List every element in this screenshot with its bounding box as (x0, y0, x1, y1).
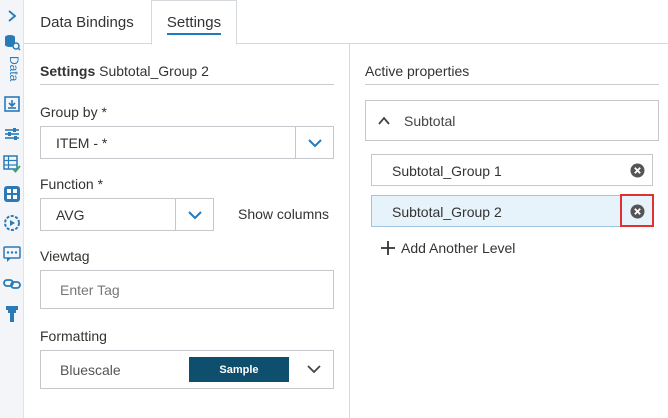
chevron-right-icon[interactable] (2, 6, 22, 26)
function-value: AVG (56, 207, 85, 223)
active-properties-panel: Active properties Subtotal Subtotal_Grou… (350, 44, 668, 418)
show-columns-link[interactable]: Show columns (238, 206, 329, 222)
download-box-icon[interactable] (2, 94, 22, 114)
formatting-select[interactable]: Bluescale Sample (40, 350, 334, 389)
settings-panel: Settings Subtotal_Group 2 Group by * ITE… (24, 44, 350, 418)
close-button-highlight (620, 194, 654, 227)
database-search-icon[interactable] (2, 32, 22, 52)
function-dropdown-toggle[interactable] (175, 199, 213, 230)
level-item-label: Subtotal_Group 1 (392, 163, 502, 179)
group-by-label: Group by * (40, 104, 107, 120)
group-by-select[interactable]: ITEM - * (40, 126, 334, 159)
function-label: Function * (40, 176, 104, 192)
group-by-value: ITEM - * (56, 135, 108, 151)
tab-data-bindings-label: Data Bindings (40, 13, 134, 31)
add-another-level-button[interactable]: Add Another Level (380, 238, 515, 258)
tab-settings[interactable]: Settings (151, 0, 237, 45)
active-properties-title: Active properties (365, 63, 470, 79)
viewtag-label: Viewtag (40, 248, 90, 264)
subtotal-accordion[interactable]: Subtotal (365, 100, 659, 141)
level-item-subtotal-group-1[interactable]: Subtotal_Group 1 (371, 154, 653, 186)
divider (40, 84, 334, 85)
tab-data-bindings[interactable]: Data Bindings (24, 0, 150, 44)
settings-title-bold: Settings (40, 63, 96, 79)
formatting-sample-swatch: Sample (189, 357, 289, 382)
filter-icon[interactable] (2, 304, 22, 324)
level-item-label: Subtotal_Group 2 (392, 204, 502, 220)
sliders-icon[interactable] (2, 124, 22, 144)
viewtag-input[interactable] (40, 270, 334, 309)
grid-icon[interactable] (2, 184, 22, 204)
sidebar-rail: Data (0, 0, 24, 418)
table-check-icon[interactable] (2, 154, 22, 174)
chevron-up-icon (378, 116, 390, 125)
tab-bar: Data Bindings Settings (24, 0, 668, 45)
tab-active-underline (167, 33, 221, 35)
chat-icon[interactable] (2, 244, 22, 264)
settings-title-name: Subtotal_Group 2 (99, 63, 209, 79)
link-icon[interactable] (2, 274, 22, 294)
formatting-value: Bluescale (60, 362, 121, 378)
level-item-subtotal-group-2[interactable]: Subtotal_Group 2 (371, 195, 653, 227)
divider (365, 84, 659, 85)
chevron-down-icon (187, 210, 202, 219)
subtotal-accordion-label: Subtotal (404, 113, 456, 129)
formatting-label: Formatting (40, 328, 107, 344)
close-circle-icon[interactable] (630, 163, 645, 178)
chevron-down-icon (307, 138, 322, 147)
sidebar-data-label[interactable]: Data (3, 52, 21, 86)
settings-title: Settings Subtotal_Group 2 (40, 63, 209, 79)
chevron-down-icon[interactable] (305, 360, 323, 378)
play-cog-icon[interactable] (2, 213, 22, 233)
plus-icon (381, 241, 395, 255)
group-by-dropdown-toggle[interactable] (295, 127, 333, 158)
add-another-level-label: Add Another Level (401, 240, 516, 256)
tab-settings-label: Settings (166, 14, 222, 31)
function-select[interactable]: AVG (40, 198, 214, 231)
